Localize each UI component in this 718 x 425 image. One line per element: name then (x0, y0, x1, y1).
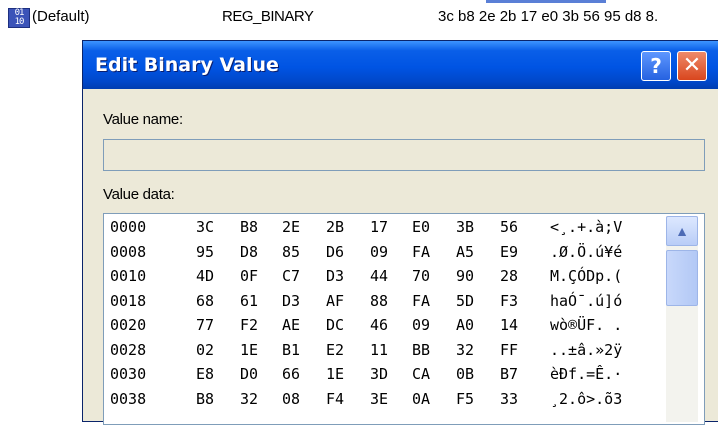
hex-byte[interactable]: AF (326, 292, 344, 310)
scroll-up-arrow-icon[interactable]: ▲ (666, 216, 698, 246)
hex-ascii[interactable]: <¸.+.à;V (550, 218, 622, 236)
hex-byte[interactable]: B8 (196, 390, 214, 408)
registry-value-data: 3c b8 2e 2b 17 e0 3b 56 95 d8 8. (438, 8, 659, 25)
dialog-titlebar[interactable]: Edit Binary Value ? ✕ (83, 41, 718, 89)
hex-byte[interactable]: F5 (456, 390, 474, 408)
hex-byte[interactable]: 33 (500, 390, 518, 408)
value-data-label: Value data: (103, 186, 175, 203)
hex-byte[interactable]: 0A (412, 390, 430, 408)
hex-byte[interactable]: A0 (456, 316, 474, 334)
hex-address: 0008 (110, 242, 147, 261)
hex-byte[interactable]: D0 (240, 365, 258, 383)
hex-byte[interactable]: BB (412, 341, 430, 359)
close-button[interactable]: ✕ (677, 51, 707, 81)
hex-byte[interactable]: D3 (282, 292, 300, 310)
hex-ascii[interactable]: wò®ÜF. . (550, 316, 622, 334)
hex-ascii[interactable]: ..±â.»2ÿ (550, 341, 622, 359)
hex-byte[interactable]: 95 (196, 243, 214, 261)
hex-byte[interactable]: 32 (240, 390, 258, 408)
hex-byte[interactable]: 14 (500, 316, 518, 334)
hex-byte[interactable]: B7 (500, 365, 518, 383)
hex-address: 0010 (110, 267, 147, 285)
hex-byte[interactable]: 17 (370, 218, 388, 236)
hex-address: 0000 (110, 218, 147, 236)
hex-byte[interactable]: D6 (326, 243, 344, 261)
hex-byte[interactable]: 66 (282, 365, 300, 383)
hex-byte[interactable]: 3E (370, 390, 388, 408)
hex-byte[interactable]: 1E (240, 341, 258, 359)
hex-byte[interactable]: DC (326, 316, 344, 334)
hex-ascii[interactable]: M.ÇÓDp.( (550, 267, 622, 285)
hex-byte[interactable]: 08 (282, 390, 300, 408)
hex-byte[interactable]: FF (500, 341, 518, 359)
hex-address: 0018 (110, 291, 147, 310)
hex-address: 0030 (110, 365, 147, 383)
hex-byte[interactable]: D8 (240, 243, 258, 261)
registry-value-name: (Default) (32, 8, 90, 25)
hex-byte[interactable]: 44 (370, 267, 388, 285)
hex-byte[interactable]: 11 (370, 341, 388, 359)
hex-address: 0038 (110, 389, 147, 408)
hex-ascii[interactable]: .Ø.Ö.ú¥é (550, 243, 622, 261)
hex-byte[interactable]: 2B (326, 218, 344, 236)
hex-byte[interactable]: 70 (412, 267, 430, 285)
value-data-editor[interactable]: 0000 3C B8 2E 2B 17 E0 3B 56 <¸.+.à;V 0008 95 D8 85 D6… (103, 213, 705, 425)
hex-byte[interactable]: 3C (196, 218, 214, 236)
hex-byte[interactable]: E0 (412, 218, 430, 236)
hex-byte[interactable]: 3D (370, 365, 388, 383)
scroll-thumb[interactable] (666, 250, 698, 306)
registry-value-type: REG_BINARY (222, 8, 314, 25)
help-button[interactable]: ? (641, 51, 671, 81)
binary-value-icon: 01 10 (8, 8, 30, 28)
hex-byte[interactable]: E8 (196, 365, 214, 383)
hex-byte[interactable]: 85 (282, 243, 300, 261)
hex-byte[interactable]: 2E (282, 218, 300, 236)
hex-address: 0020 (110, 316, 147, 334)
hex-byte[interactable]: A5 (456, 243, 474, 261)
hex-byte[interactable]: FA (412, 243, 430, 261)
hex-byte[interactable]: 68 (196, 292, 214, 310)
hex-byte[interactable]: FA (412, 292, 430, 310)
vertical-scrollbar[interactable]: ▲ (666, 216, 698, 422)
hex-byte[interactable]: E9 (500, 243, 518, 261)
value-name-label: Value name: (103, 111, 183, 128)
hex-byte[interactable]: C7 (282, 267, 300, 285)
hex-byte[interactable]: 0B (456, 365, 474, 383)
hex-ascii[interactable]: haÓ¯.ú]ó (550, 292, 622, 310)
hex-byte[interactable]: 02 (196, 341, 214, 359)
hex-byte[interactable]: F2 (240, 316, 258, 334)
hex-byte[interactable]: 3B (456, 218, 474, 236)
hex-byte[interactable]: F3 (500, 292, 518, 310)
hex-byte[interactable]: 77 (196, 316, 214, 334)
hex-byte[interactable]: 09 (412, 316, 430, 334)
hex-byte[interactable]: 61 (240, 292, 258, 310)
hex-byte[interactable]: AE (282, 316, 300, 334)
dialog-title: Edit Binary Value (95, 54, 279, 76)
hex-byte[interactable]: B1 (282, 341, 300, 359)
hex-ascii[interactable]: ¸2.ô>.õ3 (550, 390, 622, 408)
registry-value-row[interactable]: 01 10 (Default) REG_BINARY 3c b8 2e 2b 17… (0, 0, 718, 34)
hex-byte[interactable]: 90 (456, 267, 474, 285)
hex-byte[interactable]: 88 (370, 292, 388, 310)
hex-ascii[interactable]: èÐf.=Ê.· (550, 365, 622, 383)
hex-byte[interactable]: 32 (456, 341, 474, 359)
value-name-field (103, 139, 705, 171)
edit-binary-value-dialog: Edit Binary Value ? ✕ Value name: Value … (82, 40, 718, 425)
hex-byte[interactable]: 56 (500, 218, 518, 236)
hex-byte[interactable]: 1E (326, 365, 344, 383)
hex-byte[interactable]: 46 (370, 316, 388, 334)
hex-byte[interactable]: E2 (326, 341, 344, 359)
selection-highlight-edge (486, 0, 606, 3)
hex-address: 0028 (110, 340, 147, 359)
hex-byte[interactable]: 0F (240, 267, 258, 285)
hex-byte[interactable]: D3 (326, 267, 344, 285)
hex-byte[interactable]: 5D (456, 292, 474, 310)
hex-byte[interactable]: 09 (370, 243, 388, 261)
hex-byte[interactable]: 4D (196, 267, 214, 285)
hex-byte[interactable]: CA (412, 365, 430, 383)
hex-byte[interactable]: 28 (500, 267, 518, 285)
hex-byte[interactable]: B8 (240, 218, 258, 236)
hex-byte[interactable]: F4 (326, 390, 344, 408)
